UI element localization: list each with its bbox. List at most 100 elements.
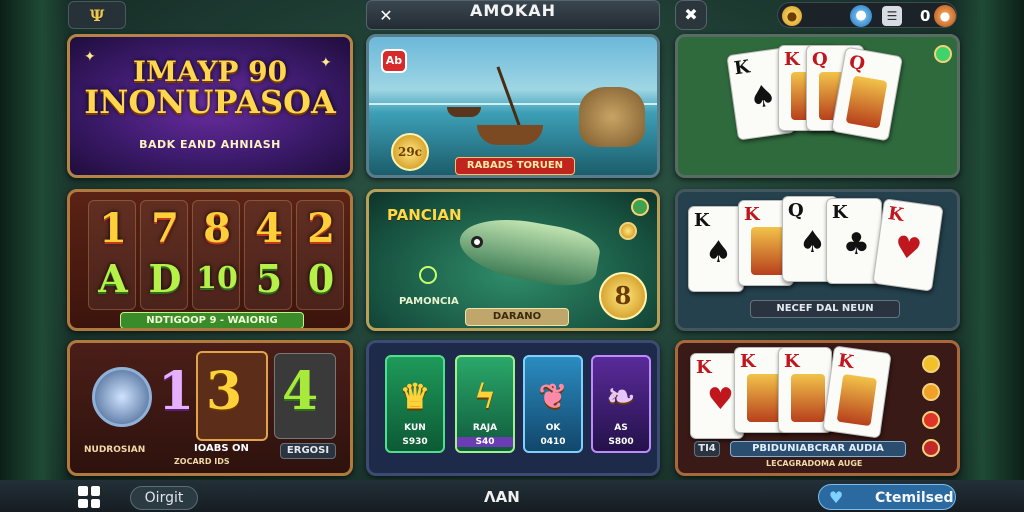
big-digit: 4 <box>282 361 319 422</box>
fishing-ribbon: RABADS TORUEN <box>455 157 575 175</box>
reel-symbol: 0 <box>307 256 335 301</box>
green-gem-icon <box>631 198 649 216</box>
symbol-sublabel: ZOCARD IDS <box>174 457 230 466</box>
jungle-background-left <box>0 0 70 512</box>
king-face-icon <box>791 374 825 422</box>
number-reels-tile[interactable]: 1 7 8 4 2 A D 10 5 0 NDTIGOOP 9 - WAIORI… <box>67 189 353 331</box>
king-face-icon <box>751 227 785 275</box>
red-gem-icon <box>922 439 940 457</box>
title-pill: ✕ AMOKAH <box>366 0 660 30</box>
banner-subtitle: BADK EAND AHNIASH <box>139 138 281 151</box>
reel-symbol: 2 <box>307 205 335 252</box>
customised-label: Ctemilsed <box>875 490 954 506</box>
coin-icon[interactable]: ● <box>782 6 802 26</box>
reel-symbol: 4 <box>255 205 283 252</box>
add-funds-icon[interactable]: ● <box>934 5 956 27</box>
card-game-tile-top[interactable]: K ♠ K Q Q <box>675 34 960 178</box>
balance-value: 0 <box>920 7 931 25</box>
spade-icon: ♠ <box>705 235 732 270</box>
fish-icon: ❦ <box>538 377 568 417</box>
game-title: AMOKAH <box>469 1 557 20</box>
playing-card: K ♠ <box>688 206 744 292</box>
ring-icon <box>419 266 437 284</box>
wallet-bar: ● ● ☰ 0 ● <box>777 2 957 28</box>
grid-menu-icon[interactable] <box>78 486 100 508</box>
fish-left-label: PAMONCIA <box>399 296 459 307</box>
heart-icon: ♥ <box>707 382 734 417</box>
queen-face-icon <box>845 75 888 129</box>
top-bar: Ψ ✕ AMOKAH ✖ ● ● ☰ 0 ● <box>0 0 1024 30</box>
spade-icon: ♣ <box>843 227 870 262</box>
silver-coin-icon <box>92 367 152 427</box>
cards-ribbon: NECEF DAL NEUN <box>750 300 900 318</box>
symbol-card: ♛ KUN S930 <box>385 355 445 453</box>
reel-symbol: 8 <box>203 205 231 252</box>
reel-symbol: 1 <box>99 205 127 252</box>
fish-character <box>455 210 603 292</box>
fishing-game-tile[interactable]: Ab 29c RABADS TORUEN <box>366 34 660 178</box>
symbol-card: ϟ RAJA S40 <box>455 355 515 453</box>
gold-gem-icon <box>922 355 940 373</box>
symbols-tile-left[interactable]: 1 3 4 NUDROSIAN IOABS ON ZOCARD IDS ERGO… <box>67 340 353 476</box>
turtle-character <box>579 87 645 147</box>
gem-icon[interactable]: ● <box>850 5 872 27</box>
cards-ribbon-left: TI4 <box>694 441 720 457</box>
wallet-icon[interactable]: ☰ <box>882 6 902 26</box>
spade-icon: ♠ <box>799 225 826 260</box>
spade-icon: ♠ <box>747 78 779 117</box>
crown-icon: ♛ <box>399 377 431 417</box>
cards-ribbon: PBIDUNIABCRAR AUDIA <box>730 441 906 457</box>
heart-icon: ♥ <box>828 488 844 507</box>
footer-center-label[interactable]: ΛAN <box>484 484 520 510</box>
banner-title: IMAYP 90 INONUPASOA <box>70 57 350 121</box>
playing-card: K ♥ <box>872 198 944 292</box>
bottom-bar: Oirgit ΛAN ♥ Ctemilsed <box>0 480 1024 512</box>
symbol-card: ❧ AS S800 <box>591 355 651 453</box>
symbol-ribbon: ERGOSI <box>280 443 336 459</box>
symbol-card-label: AS <box>614 423 628 433</box>
origin-button[interactable]: Oirgit <box>130 486 198 510</box>
reel-symbol: 10 <box>196 261 238 296</box>
playing-card: K <box>822 345 892 439</box>
symbol-card-label: KUN <box>404 423 426 433</box>
lightning-icon: ϟ <box>473 377 497 417</box>
green-gem-icon <box>934 45 952 63</box>
reels-ribbon: NDTIGOOP 9 - WAIORIG <box>120 312 304 328</box>
heart-icon: ♥ <box>892 229 924 268</box>
game-badge: Ab <box>381 49 407 73</box>
wrench-icon: ✖ <box>684 5 698 24</box>
reel-symbol: 7 <box>151 205 179 252</box>
symbol-card: ❦ OK 0410 <box>523 355 583 453</box>
red-gem-icon <box>922 411 940 429</box>
king-face-icon <box>747 374 781 422</box>
symbol-card-value: S800 <box>608 437 634 447</box>
symbol-label: NUDROSIAN <box>84 445 146 455</box>
big-digit: 1 <box>158 361 195 422</box>
coin-value-badge: 8 <box>599 272 647 320</box>
banner-title-line2: INONUPASOA <box>84 83 336 121</box>
customised-button[interactable]: ♥ Ctemilsed <box>818 484 956 510</box>
dolphin-icon: ❧ <box>606 377 636 417</box>
symbol-card-label: OK <box>545 423 561 433</box>
settings-button[interactable]: ✖ <box>675 0 707 30</box>
cards-sub-ribbon: LECAGRADOMA AUGE <box>766 459 863 468</box>
slots-banner-tile[interactable]: ✦ ✦ IMAYP 90 INONUPASOA BADK EAND AHNIAS… <box>67 34 353 178</box>
symbol-card-value: 0410 <box>540 437 566 447</box>
card-game-tile-bottom[interactable]: K ♥ K K K TI4 PBIDUNIABCRAR AUDIA LECAGRA… <box>675 340 960 476</box>
coin-value-badge: 29c <box>391 133 429 171</box>
amber-gem-icon <box>922 383 940 401</box>
fishing-boat <box>477 125 543 145</box>
symbols-tile-mid[interactable]: ♛ KUN S930 ϟ RAJA S40 ❦ OK 0410 ❧ AS S80… <box>366 340 660 476</box>
fishing-rod <box>496 66 521 126</box>
jungle-background-right <box>954 0 1024 512</box>
fish-ribbon: DARANO <box>465 308 569 326</box>
card-game-tile-mid[interactable]: K ♠ K Q ♠ K ♣ K ♥ NECEF DAL NEUN <box>675 189 960 331</box>
symbol-label: IOABS ON <box>194 443 249 454</box>
symbol-card-value: S40 <box>457 437 513 447</box>
fish-game-tile[interactable]: PANCIAN PAMONCIA DARANO 8 <box>366 189 660 331</box>
queen-face-icon <box>836 373 878 427</box>
fish-game-title: PANCIAN <box>387 206 462 224</box>
menu-badge-button[interactable]: Ψ <box>68 1 126 29</box>
reel-symbol: D <box>148 256 182 301</box>
reel-symbol: A <box>98 256 128 301</box>
